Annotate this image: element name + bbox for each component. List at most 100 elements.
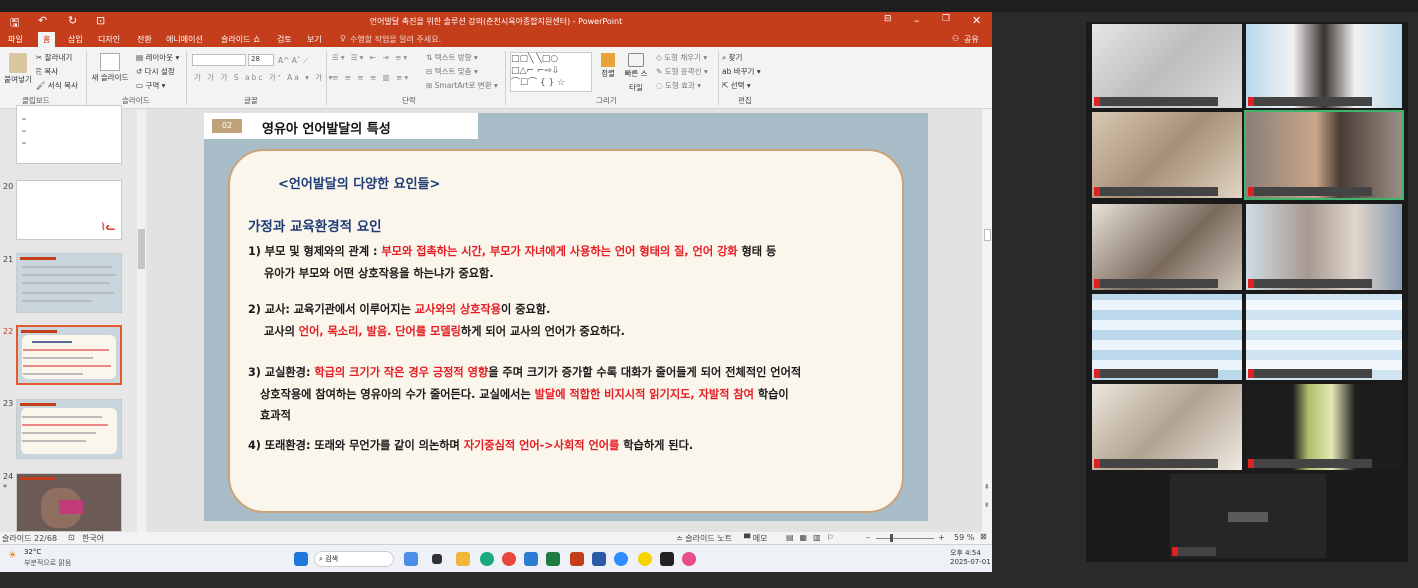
chrome-icon[interactable] bbox=[502, 552, 516, 566]
arrange-button[interactable]: 정렬 bbox=[598, 53, 618, 81]
thumbnail-scrollbar[interactable] bbox=[137, 109, 146, 532]
tab-view[interactable]: 보기 bbox=[307, 34, 322, 45]
select-button[interactable]: ⇱ 선택 ▾ bbox=[722, 79, 761, 93]
kakaotalk-icon[interactable] bbox=[638, 552, 652, 566]
shape-fill-button[interactable]: ◇ 도형 채우기 ▾ bbox=[656, 51, 708, 65]
search-box[interactable]: ⌕ 검색 bbox=[314, 551, 394, 567]
text-direction-button[interactable]: ⇅ 텍스트 방향 ▾ bbox=[426, 51, 498, 65]
spellcheck-icon[interactable]: ⊡ bbox=[68, 533, 75, 542]
tab-review[interactable]: 검토 bbox=[277, 34, 292, 45]
restore-icon[interactable]: ❐ bbox=[942, 14, 950, 24]
participant-video[interactable] bbox=[1246, 24, 1402, 108]
font-name-box[interactable] bbox=[192, 54, 246, 66]
list-buttons[interactable]: ☰▾ ☰▾ ⇤ ⇥ ≡▾ bbox=[332, 51, 409, 65]
zoom-app-icon[interactable] bbox=[614, 552, 628, 566]
shapes-gallery[interactable]: □▢╲ ╲□○ □△⌐ ⌐⇨⇩ ⌒☐⌒ { } ☆ bbox=[510, 52, 592, 92]
comments-button[interactable]: ▀ 메모 bbox=[744, 533, 767, 544]
slide-thumbnail[interactable] bbox=[16, 253, 122, 313]
zoom-level[interactable]: 59 % bbox=[954, 533, 974, 542]
minimize-icon[interactable]: – bbox=[914, 14, 920, 27]
pinned-app-icon[interactable] bbox=[682, 552, 696, 566]
tab-file[interactable]: 파일 bbox=[8, 34, 23, 45]
widgets-icon[interactable] bbox=[404, 552, 418, 566]
tab-insert[interactable]: 삽입 bbox=[68, 34, 83, 45]
weather-temp[interactable]: 32°C bbox=[24, 548, 41, 556]
next-slide-icon[interactable]: ⇟ bbox=[984, 501, 990, 509]
layout-button[interactable]: ▤ 레이아웃 ▾ bbox=[136, 51, 179, 65]
participant-video[interactable] bbox=[1246, 204, 1402, 290]
participant-video[interactable] bbox=[1092, 384, 1242, 470]
slide-thumbnail[interactable] bbox=[16, 105, 122, 164]
present-icon[interactable]: ⊡ bbox=[96, 14, 105, 27]
smartart-button[interactable]: ⊞ SmartArt로 변환 ▾ bbox=[426, 79, 498, 93]
replace-button[interactable]: ab 바꾸기 ▾ bbox=[722, 65, 761, 79]
tab-transitions[interactable]: 전환 bbox=[137, 34, 152, 45]
weather-icon[interactable]: ☀ bbox=[8, 550, 17, 561]
share-button[interactable]: 공유 bbox=[964, 34, 979, 45]
tab-home[interactable]: 홈 bbox=[38, 32, 56, 47]
zoom-out-icon[interactable]: – bbox=[866, 533, 870, 542]
slide-scrollbar[interactable]: ⇞ ⇟ bbox=[982, 109, 992, 532]
tell-me-input[interactable]: 수행할 작업을 알려 주세요. bbox=[350, 34, 441, 45]
edge-icon[interactable] bbox=[480, 552, 494, 566]
font-style-buttons[interactable]: 가 가 가 S abc 가ᐩ Aa ▾ 가 ▾ bbox=[194, 71, 334, 85]
tab-animations[interactable]: 애니메이션 bbox=[166, 34, 203, 45]
font-size-buttons[interactable]: A^ Aˇ ⟋ bbox=[278, 54, 308, 68]
start-icon[interactable] bbox=[294, 552, 308, 566]
participant-video[interactable] bbox=[1092, 112, 1242, 198]
notes-button[interactable]: ≐ 슬라이드 노트 bbox=[676, 533, 732, 544]
participant-video[interactable] bbox=[1246, 384, 1402, 470]
tab-slideshow[interactable]: 슬라이드 쇼 bbox=[221, 34, 260, 45]
clock-time[interactable]: 오후 4:54 bbox=[950, 548, 981, 558]
slide-thumbnail[interactable]: ⌇ᓚ bbox=[16, 180, 122, 240]
slide-thumbnail-photo[interactable] bbox=[16, 473, 122, 532]
paste-button[interactable]: 붙여넣기 bbox=[4, 53, 32, 87]
cut-button[interactable]: ✂ 잘라내기 bbox=[36, 51, 78, 65]
find-button[interactable]: ⌕ 찾기 bbox=[722, 51, 761, 65]
prev-slide-icon[interactable]: ⇞ bbox=[984, 483, 990, 491]
tab-design[interactable]: 디자인 bbox=[98, 34, 120, 45]
ribbon-display-icon[interactable]: ⊟ bbox=[884, 14, 892, 24]
zoom-slider-thumb[interactable] bbox=[890, 534, 893, 542]
participant-video[interactable] bbox=[1092, 204, 1242, 290]
participant-video-off[interactable] bbox=[1170, 474, 1326, 558]
participant-video[interactable] bbox=[1246, 294, 1402, 380]
excel-icon[interactable] bbox=[546, 552, 560, 566]
file-explorer-icon[interactable] bbox=[456, 552, 470, 566]
language-indicator[interactable]: 한국어 bbox=[82, 533, 104, 544]
new-slide-button[interactable]: 새 슬라이드 bbox=[90, 53, 130, 85]
current-slide[interactable]: 02 영유아 언어발달의 특성 <언어발달의 다양한 요인들> 가정과 교육환경… bbox=[204, 113, 928, 521]
slide-thumbnail-selected[interactable] bbox=[16, 325, 122, 385]
weather-desc[interactable]: 부분적으로 맑음 bbox=[24, 558, 71, 568]
section-button[interactable]: ▭ 구역 ▾ bbox=[136, 79, 179, 93]
font-size-box[interactable]: 28 bbox=[248, 54, 274, 66]
word-icon[interactable] bbox=[592, 552, 606, 566]
participant-video[interactable] bbox=[1092, 294, 1242, 380]
save-icon[interactable]: 🖫 bbox=[10, 14, 19, 33]
redo-icon[interactable]: ↻ bbox=[68, 14, 77, 27]
shape-outline-button[interactable]: ✎ 도형 윤곽선 ▾ bbox=[656, 65, 708, 79]
format-painter-button[interactable]: 🖌 서식 복사 bbox=[36, 79, 78, 93]
align-buttons[interactable]: ≡ ≡ ≡ ≡ ▥ ≡▾ bbox=[332, 71, 410, 85]
copy-button[interactable]: ⎘ 복사 bbox=[36, 65, 78, 79]
task-view-icon[interactable] bbox=[432, 554, 442, 564]
active-speaker-video[interactable] bbox=[1244, 110, 1404, 200]
paste-icon bbox=[9, 53, 27, 73]
clock-date[interactable]: 2025-07-01 bbox=[950, 558, 991, 566]
ribbon: 붙여넣기 ✂ 잘라내기 ⎘ 복사 🖌 서식 복사 클립보드 새 슬라이드 ▤ 레… bbox=[0, 47, 992, 109]
view-buttons[interactable]: ▤▦▥⚐ bbox=[786, 533, 840, 542]
powerpoint-icon[interactable] bbox=[570, 552, 584, 566]
reset-button[interactable]: ↺ 다시 설정 bbox=[136, 65, 179, 79]
shape-effects-button[interactable]: ◌ 도형 효과 ▾ bbox=[656, 79, 708, 93]
zoom-in-icon[interactable]: + bbox=[938, 533, 945, 542]
slide-thumbnail[interactable] bbox=[16, 399, 122, 459]
store-icon[interactable] bbox=[524, 552, 538, 566]
quick-styles-button[interactable]: 빠른 스타일 bbox=[622, 53, 650, 95]
participant-video[interactable] bbox=[1092, 24, 1242, 108]
app-icon[interactable] bbox=[660, 552, 674, 566]
zoom-slider[interactable] bbox=[876, 538, 934, 539]
fit-slide-icon[interactable]: ⊠ bbox=[980, 532, 987, 541]
close-icon[interactable]: ✕ bbox=[972, 14, 981, 27]
undo-icon[interactable]: ↶ bbox=[38, 14, 47, 27]
align-text-button[interactable]: ⊟ 텍스트 맞춤 ▾ bbox=[426, 65, 498, 79]
